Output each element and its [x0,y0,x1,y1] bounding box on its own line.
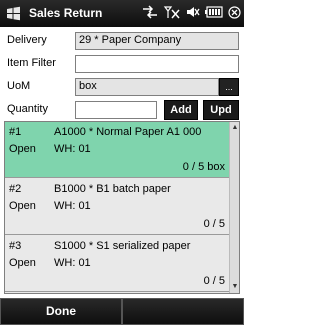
item-description: A1000 * Normal Paper A1 000 [54,126,202,138]
quantity-input[interactable] [75,101,157,119]
uom-select-button[interactable]: ... [219,78,239,96]
delivery-field: 29 * Paper Company [75,32,239,50]
item-warehouse: WH: 01 [54,143,91,155]
scroll-up-icon[interactable]: ▲ [231,124,239,132]
list-scrollbar[interactable]: ▲ ▼ [229,122,239,293]
item-description: S1000 * S1 serialized paper [54,240,191,252]
update-button[interactable]: Upd [203,100,239,120]
item-status: Open [9,143,36,155]
item-warehouse: WH: 01 [54,200,91,212]
done-button[interactable]: Done [0,298,122,325]
uom-label: UoM [7,80,31,92]
list-item[interactable]: #3 S1000 * S1 serialized paper Open WH: … [5,236,229,292]
signal-off-icon[interactable] [163,5,181,19]
windows-start-icon[interactable] [6,6,21,21]
uom-field: box [75,78,219,96]
item-filter-label: Item Filter [7,57,56,69]
item-description: B1000 * B1 batch paper [54,183,171,195]
delivery-label: Delivery [7,34,47,46]
item-number: #3 [9,240,22,252]
volume-muted-icon[interactable] [186,5,200,19]
item-filter-input[interactable] [75,55,239,73]
item-quantity: 0 / 5 box [182,161,225,173]
add-button[interactable]: Add [164,100,198,120]
battery-icon[interactable] [205,6,223,18]
list-item[interactable]: #1 A1000 * Normal Paper A1 000 Open WH: … [5,122,229,178]
close-icon[interactable] [228,5,241,19]
item-status: Open [9,257,36,269]
item-number: #1 [9,126,22,138]
item-quantity: 0 / 5 [203,275,225,287]
list-item[interactable]: #2 B1000 * B1 batch paper Open WH: 01 0 … [5,179,229,235]
item-number: #2 [9,183,22,195]
item-quantity: 0 / 5 [203,218,225,230]
right-softkey[interactable] [122,298,244,325]
window-title: Sales Return [29,6,103,20]
item-list[interactable]: #1 A1000 * Normal Paper A1 000 Open WH: … [4,121,240,294]
scroll-down-icon[interactable]: ▼ [231,283,239,291]
title-bar: Sales Return [0,0,244,27]
item-warehouse: WH: 01 [54,257,91,269]
quantity-label: Quantity [7,103,48,115]
connectivity-icon[interactable] [142,5,158,19]
softkey-bar: Done [0,298,244,325]
item-status: Open [9,200,36,212]
